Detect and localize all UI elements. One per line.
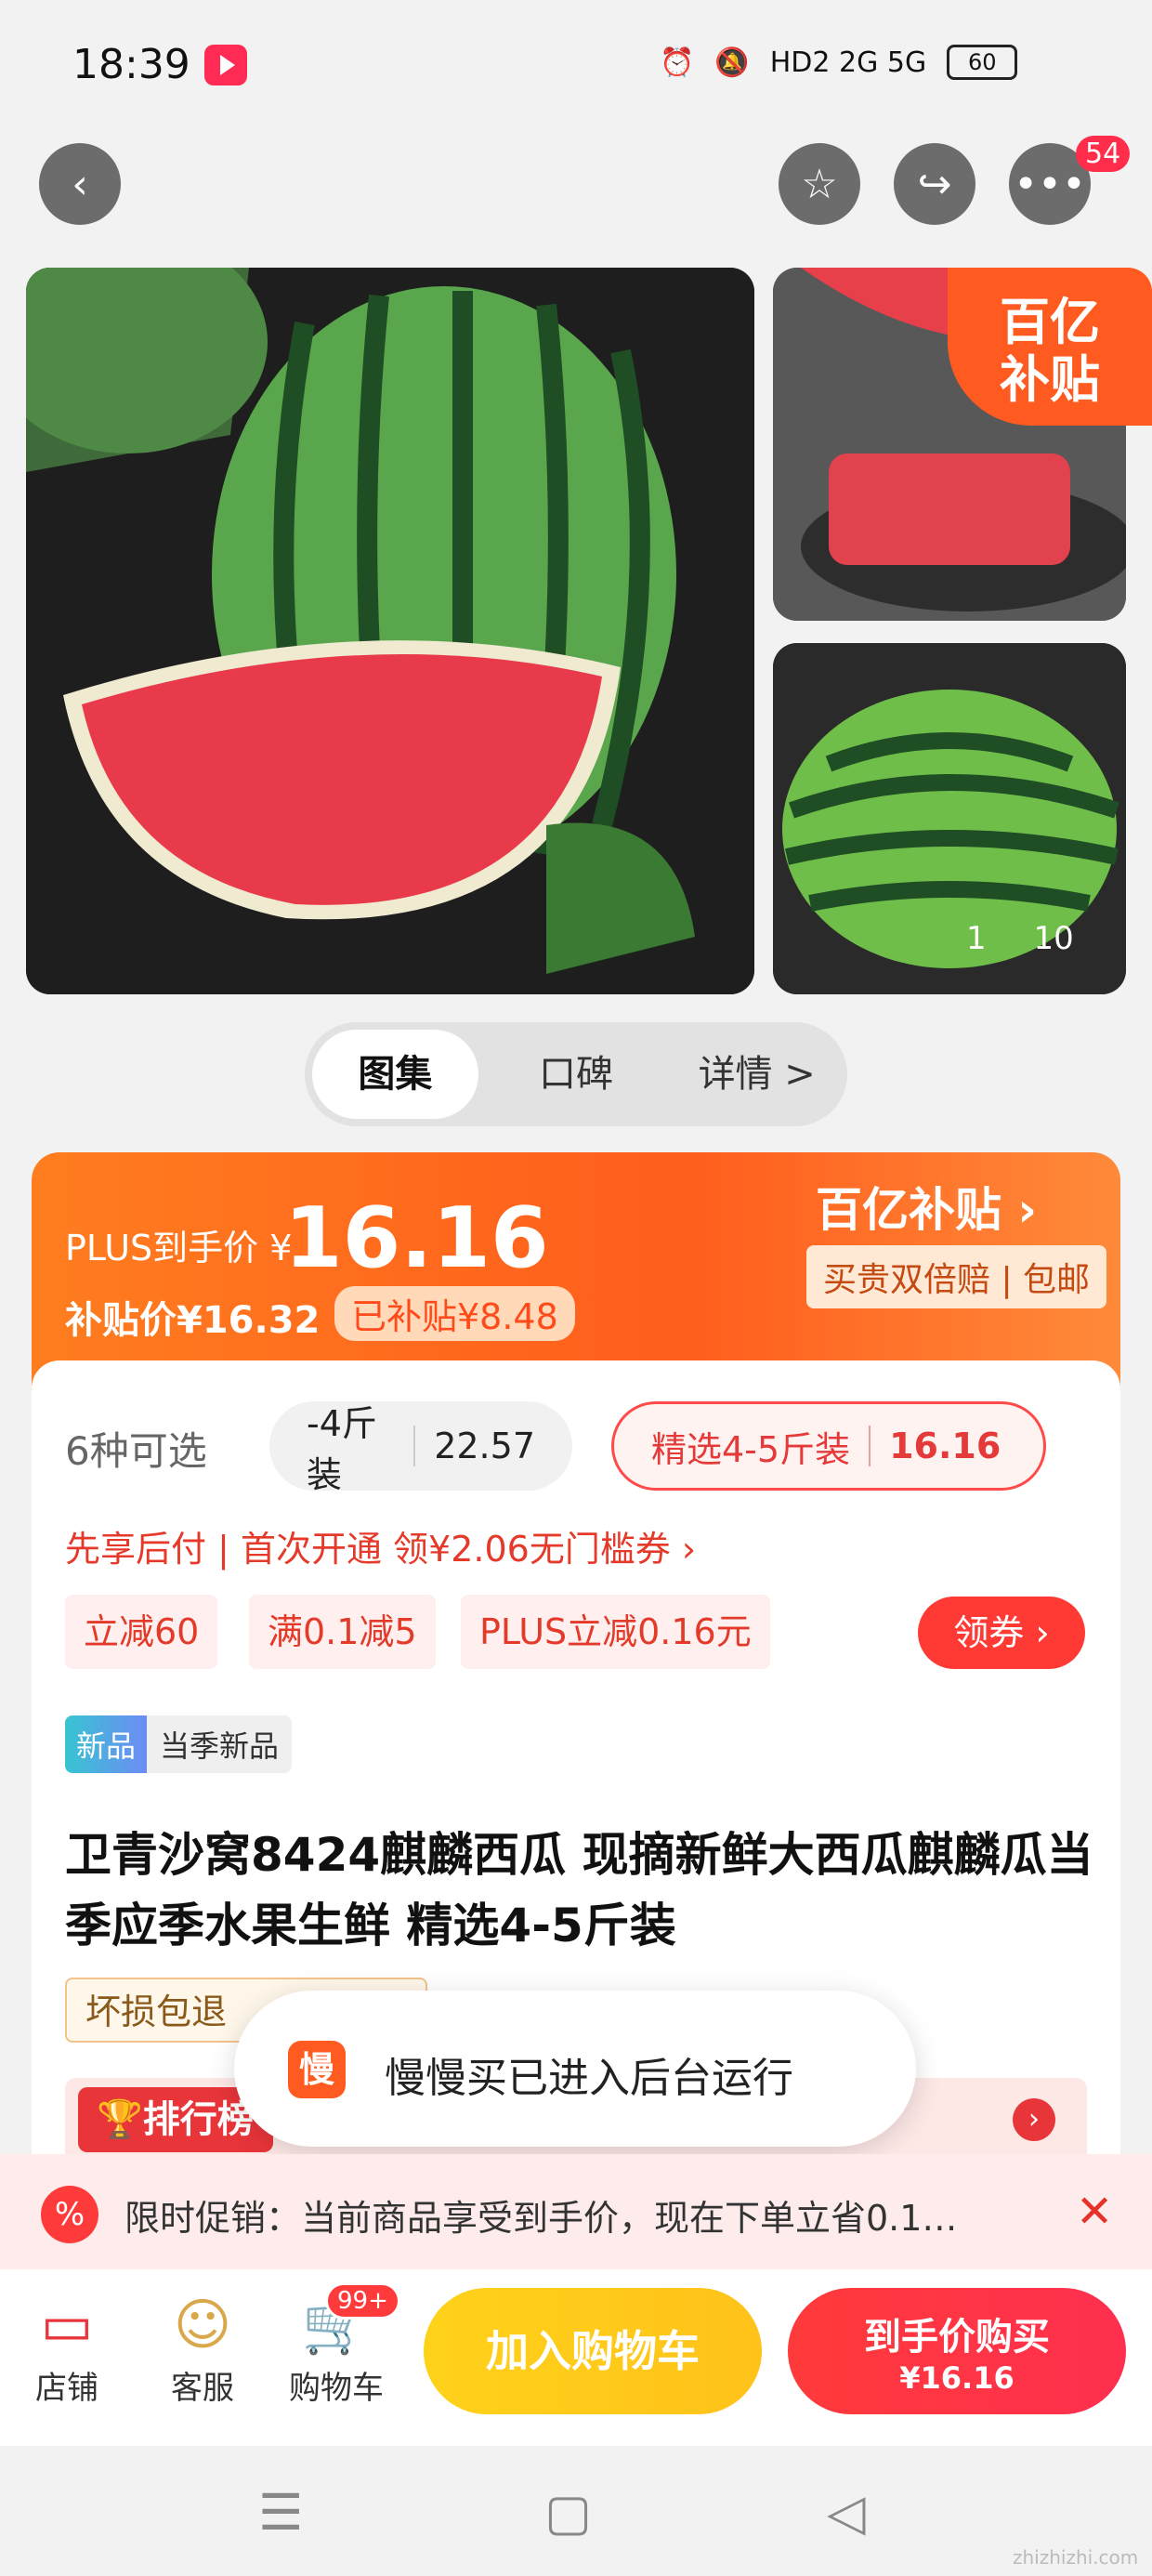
subsidy-brand-link[interactable]: 百亿补贴 › <box>816 1173 1037 1240</box>
close-icon[interactable]: ✕ <box>1076 2186 1113 2238</box>
option-pill-2-selected[interactable]: 精选4-5斤装 16.16 <box>611 1401 1046 1491</box>
message-badge: 54 <box>1076 136 1131 172</box>
option-2-name: 精选4-5斤装 <box>651 1428 851 1470</box>
option-1-price: 22.57 <box>413 1426 535 1466</box>
status-time: 18:39 <box>72 41 190 88</box>
back-button[interactable]: ‹ <box>39 143 121 225</box>
option-1-name: -4斤装 <box>307 1403 377 1495</box>
star-icon: ☆ <box>801 160 838 208</box>
subsidy-corner-badge: 百亿 补贴 <box>948 268 1152 426</box>
add-to-cart-button[interactable]: 加入购物车 <box>424 2288 762 2414</box>
cart-count-badge: 99+ <box>325 2282 400 2320</box>
video-app-icon <box>204 45 247 85</box>
discount-icon: % <box>41 2186 98 2243</box>
option-pill-1[interactable]: -4斤装 22.57 <box>269 1401 572 1495</box>
menu-icon[interactable]: ☰ <box>258 2483 303 2542</box>
share-icon: ↪ <box>917 160 952 208</box>
option-2-price: 16.16 <box>869 1426 1001 1466</box>
buy-now-button[interactable]: 到手价购买 ¥16.16 <box>788 2288 1126 2414</box>
share-button[interactable]: ↪ <box>894 143 975 225</box>
plus-price: 16.16 <box>284 1189 549 1287</box>
tab-details[interactable]: 详情 > <box>674 1030 840 1119</box>
battery-icon: 60 <box>947 45 1018 80</box>
alarm-icon: ⏰ <box>660 46 695 79</box>
subsidized-amount: 已补贴¥8.48 <box>334 1286 575 1341</box>
tab-gallery[interactable]: 图集 <box>312 1030 478 1119</box>
new-product-tag: 新品 当季新品 <box>65 1715 293 1773</box>
content-tabs: 图集 口碑 详情 > <box>305 1022 847 1126</box>
pay-later-offer[interactable]: 先享后付 | 首次开通 领¥2.06无门槛券 › <box>65 1520 696 1571</box>
chevron-right-icon[interactable]: › <box>1013 2098 1055 2141</box>
more-icon: ••• <box>1014 160 1086 208</box>
store-button[interactable]: ▭ 店铺 <box>11 2288 123 2408</box>
product-main-image[interactable] <box>26 268 754 994</box>
mute-icon: 🔕 <box>714 46 750 79</box>
home-icon[interactable]: ▢ <box>544 2483 592 2542</box>
tab-reviews[interactable]: 口碑 <box>493 1030 660 1119</box>
image-counter: 1 10 <box>966 920 1074 957</box>
service-icon: ☺ <box>173 2293 232 2358</box>
customer-service-button[interactable]: ☺ 客服 <box>147 2288 258 2408</box>
status-icons: ⏰ 🔕 HD2 2G 5G 60 <box>660 45 1018 80</box>
watermark: zhizhizhi.com <box>1013 2546 1139 2569</box>
discount-chip-1: 立减60 <box>65 1595 218 1669</box>
store-icon: ▭ <box>40 2293 94 2358</box>
promo-text: 限时促销：当前商品享受到手价，现在下单立省0.1… <box>124 2198 958 2239</box>
network-label: HD2 2G 5G <box>769 46 927 79</box>
toast-message: 慢慢买已进入后台运行 <box>385 2055 793 2102</box>
subsidy-price: 补贴价¥16.32 <box>65 1299 321 1342</box>
get-coupon-button[interactable]: 领券 › <box>918 1597 1085 1669</box>
product-title: 卫青沙窝8424麒麟西瓜 现摘新鲜大西瓜麒麟瓜当季应季水果生鲜 精选4-5斤装 <box>65 1828 1093 1952</box>
guarantee-badge: 买贵双倍赔 | 包邮 <box>806 1245 1107 1308</box>
discount-chip-3: PLUS立减0.16元 <box>461 1595 770 1669</box>
chevron-left-icon: ‹ <box>72 160 88 208</box>
option-count[interactable]: 6种可选 <box>65 1420 207 1477</box>
back-nav-icon[interactable]: ◁ <box>827 2483 866 2542</box>
plus-price-label: PLUS到手价 ¥ <box>65 1228 293 1268</box>
favorite-button[interactable]: ☆ <box>779 143 860 225</box>
discount-chip-2: 满0.1减5 <box>249 1595 436 1669</box>
manmanmai-app-icon: 慢 <box>288 2041 346 2098</box>
